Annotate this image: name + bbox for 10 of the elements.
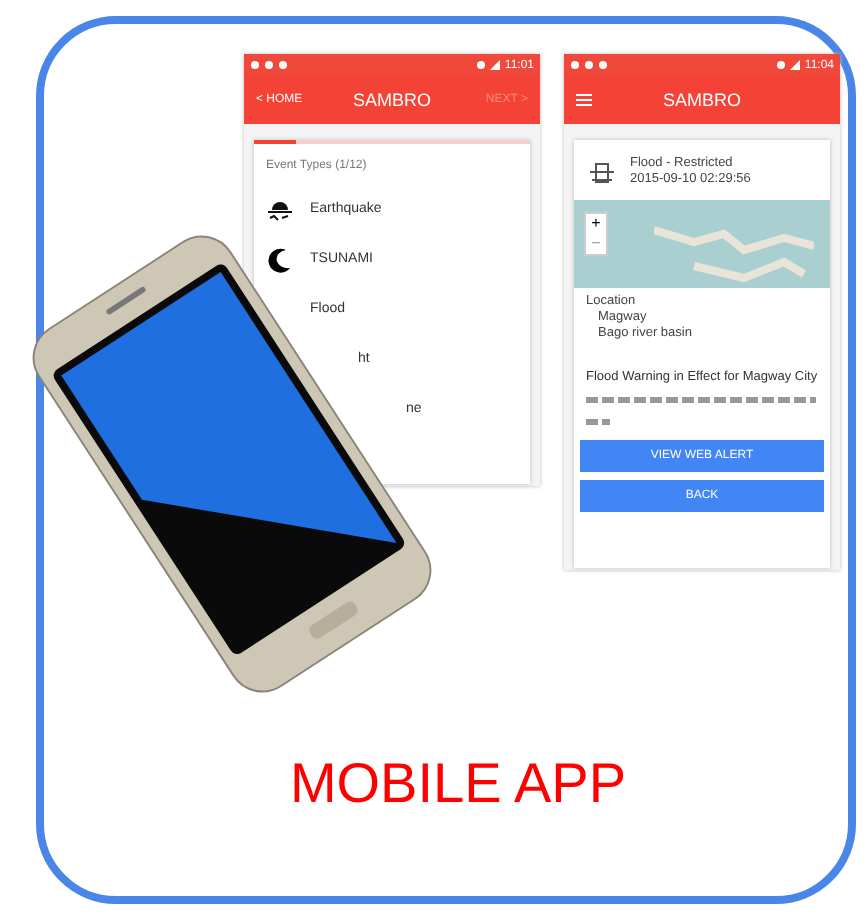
status-icon [776, 60, 787, 70]
zoom-in-button[interactable]: + [586, 214, 606, 234]
caption: MOBILE APP [287, 752, 629, 816]
menu-icon[interactable] [576, 94, 592, 106]
app-title: SAMBRO [662, 90, 741, 110]
signal-icon [790, 60, 801, 70]
map[interactable]: + − [574, 200, 830, 288]
status-icon [476, 60, 487, 70]
signal-icon [490, 60, 501, 70]
app-title: SAMBRO [352, 90, 431, 110]
